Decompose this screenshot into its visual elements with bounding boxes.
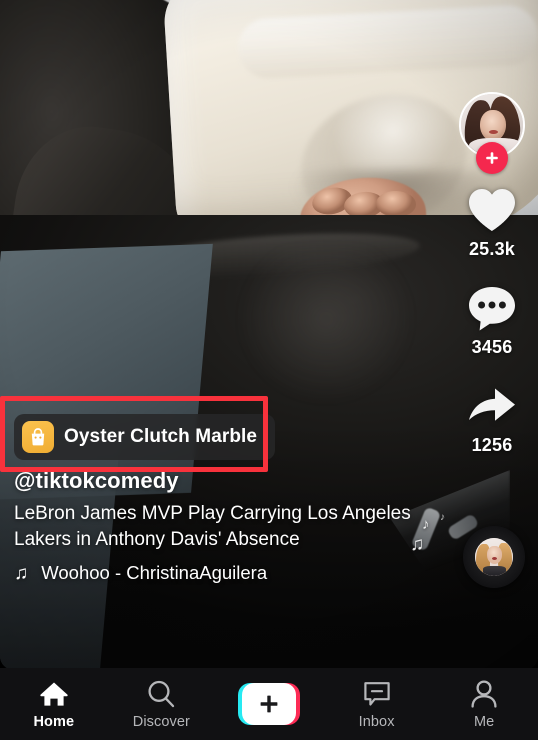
spinning-record-icon[interactable] [463, 526, 525, 588]
music-title: Woohoo - ChristinaAguilera [41, 562, 268, 583]
product-tag-zone: Oyster Clutch Marble [0, 396, 412, 473]
creator-username[interactable]: @tiktokcomedy [14, 468, 412, 494]
nav-label-discover: Discover [132, 713, 190, 730]
music-info-row[interactable]: ♫ Woohoo - ChristinaAguilera [14, 562, 412, 584]
person-icon [471, 679, 497, 708]
video-caption: LeBron James MVP Play Carrying Los Angel… [14, 503, 411, 550]
nav-label-inbox: Inbox [358, 713, 395, 730]
album-art-lips [492, 557, 497, 560]
comment-bubble-icon-wrap [465, 282, 519, 334]
music-note-icon: ♪ [440, 512, 445, 523]
record-album-art [475, 538, 513, 576]
music-note-icon: ♫ [14, 562, 29, 584]
product-tag-button[interactable]: Oyster Clutch Marble [14, 414, 276, 461]
like-count: 25.3k [468, 239, 516, 259]
nav-item-home[interactable]: Home [0, 668, 108, 740]
tiktok-app-screen: 25.3k 3456 1256 ♪ ♪ ♫ Oyster Clutch Marb… [0, 0, 538, 740]
album-art-body [483, 566, 506, 576]
comment-count: 3456 [471, 337, 513, 357]
person-icon-wrap [469, 679, 499, 709]
plus-icon [260, 695, 278, 713]
nav-item-create[interactable] [215, 668, 323, 740]
share-count: 1256 [471, 435, 513, 455]
home-icon [40, 682, 68, 706]
nav-item-me[interactable]: Me [430, 668, 538, 740]
heart-icon-wrap [465, 184, 519, 236]
music-note-icon: ♫ [410, 534, 425, 555]
video-info-panel: Oyster Clutch Marble @tiktokcomedy LeBro… [0, 396, 412, 584]
message-icon [363, 681, 390, 705]
create-button[interactable] [237, 683, 300, 725]
nav-label-me: Me [474, 713, 495, 730]
home-icon-wrap [39, 679, 69, 709]
create-button-face [241, 683, 296, 725]
nav-label-home: Home [33, 713, 75, 730]
creator-avatar-container[interactable] [459, 92, 525, 174]
like-action[interactable]: 25.3k [465, 184, 519, 260]
comment-bubble-icon [469, 287, 515, 331]
shopping-bag-glyph [31, 428, 45, 446]
bottom-navigation-bar: Home Discover Inbox Me [0, 668, 538, 740]
action-rail: 25.3k 3456 1256 [454, 92, 530, 478]
avatar-face [480, 110, 506, 141]
comment-action[interactable]: 3456 [465, 282, 519, 358]
message-icon-wrap [362, 679, 392, 709]
plus-icon [486, 152, 498, 164]
follow-button[interactable] [476, 142, 508, 174]
search-icon-wrap [146, 679, 176, 709]
shopping-bag-icon [22, 421, 54, 454]
share-arrow-icon-wrap [465, 380, 519, 432]
music-note-icon: ♪ [422, 516, 430, 533]
nav-item-inbox[interactable]: Inbox [323, 668, 431, 740]
product-tag-label: Oyster Clutch Marble [64, 426, 258, 448]
music-disc-area[interactable]: ♪ ♪ ♫ [410, 512, 530, 588]
album-art-face [487, 546, 502, 564]
nav-item-discover[interactable]: Discover [108, 668, 216, 740]
search-icon [148, 680, 175, 707]
video-player[interactable]: 25.3k 3456 1256 ♪ ♪ ♫ Oyster Clutch Marb… [0, 0, 538, 670]
share-arrow-icon [469, 388, 515, 421]
heart-icon [469, 189, 515, 231]
avatar-lips [489, 130, 498, 134]
share-action[interactable]: 1256 [465, 380, 519, 456]
